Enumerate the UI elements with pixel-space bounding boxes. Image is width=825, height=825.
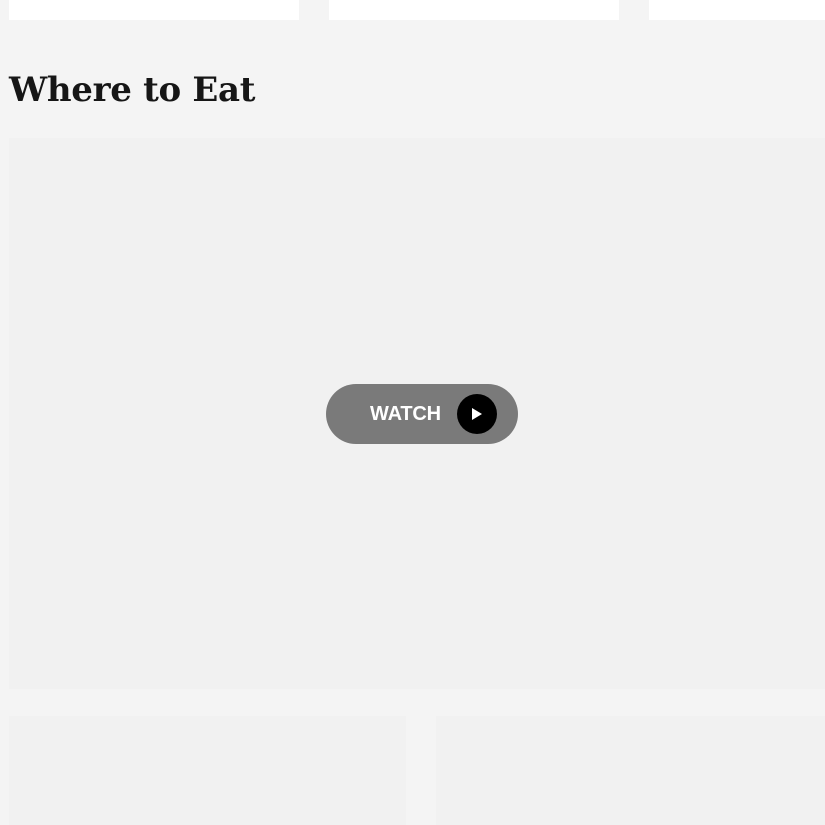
watch-button[interactable]: WATCH [326,384,518,444]
bottom-card[interactable] [9,716,406,825]
section-title: Where to Eat [9,70,256,110]
top-card[interactable] [329,0,619,20]
top-card[interactable] [9,0,299,20]
bottom-card[interactable] [436,716,825,825]
watch-label: WATCH [370,403,441,425]
play-icon [457,394,497,434]
top-card[interactable] [649,0,825,20]
page: Where to Eat WATCH [0,0,825,825]
